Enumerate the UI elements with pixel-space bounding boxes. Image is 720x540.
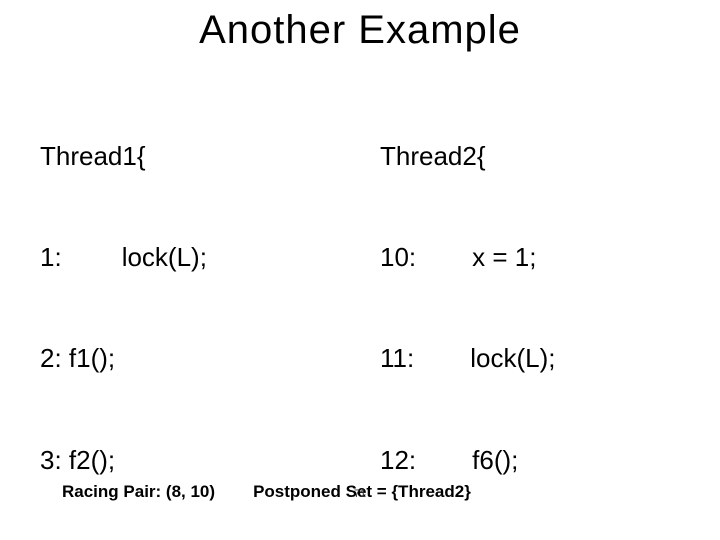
code-line: 2: f1(); xyxy=(40,342,340,376)
code-line: 1:lock(L); xyxy=(40,241,340,275)
line-num: 2: xyxy=(40,343,62,373)
line-num: 3: xyxy=(40,445,62,475)
slide-title: Another Example xyxy=(0,8,720,53)
line-num: 12: xyxy=(380,445,416,475)
line-text: lock(L); xyxy=(62,242,207,272)
line-num: 10: xyxy=(380,242,416,272)
thread1-column: Thread1{ 1:lock(L); 2: f1(); 3: f2(); 4:… xyxy=(40,72,360,540)
line-text: lock(L); xyxy=(414,343,555,373)
thread2-header: Thread2{ xyxy=(380,140,680,174)
thread1-header: Thread1{ xyxy=(40,140,340,174)
page-number: 71 xyxy=(0,488,720,500)
thread2-column: Thread2{ 10:x = 1; 11:lock(L); 12:f6(); … xyxy=(360,72,680,540)
code-columns: Thread1{ 1:lock(L); 2: f1(); 3: f2(); 4:… xyxy=(40,72,680,540)
line-num: 1: xyxy=(40,242,62,272)
line-text: f6(); xyxy=(416,445,518,475)
slide: Another Example Thread1{ 1:lock(L); 2: f… xyxy=(0,0,720,540)
line-text: f2(); xyxy=(69,445,115,475)
code-line: 11:lock(L); xyxy=(380,342,680,376)
code-line: 10:x = 1; xyxy=(380,241,680,275)
line-num: 11: xyxy=(380,343,414,373)
line-text: x = 1; xyxy=(416,242,536,272)
code-line: 3: f2(); xyxy=(40,444,340,478)
code-line: 12:f6(); xyxy=(380,444,680,478)
line-text: f1(); xyxy=(69,343,115,373)
